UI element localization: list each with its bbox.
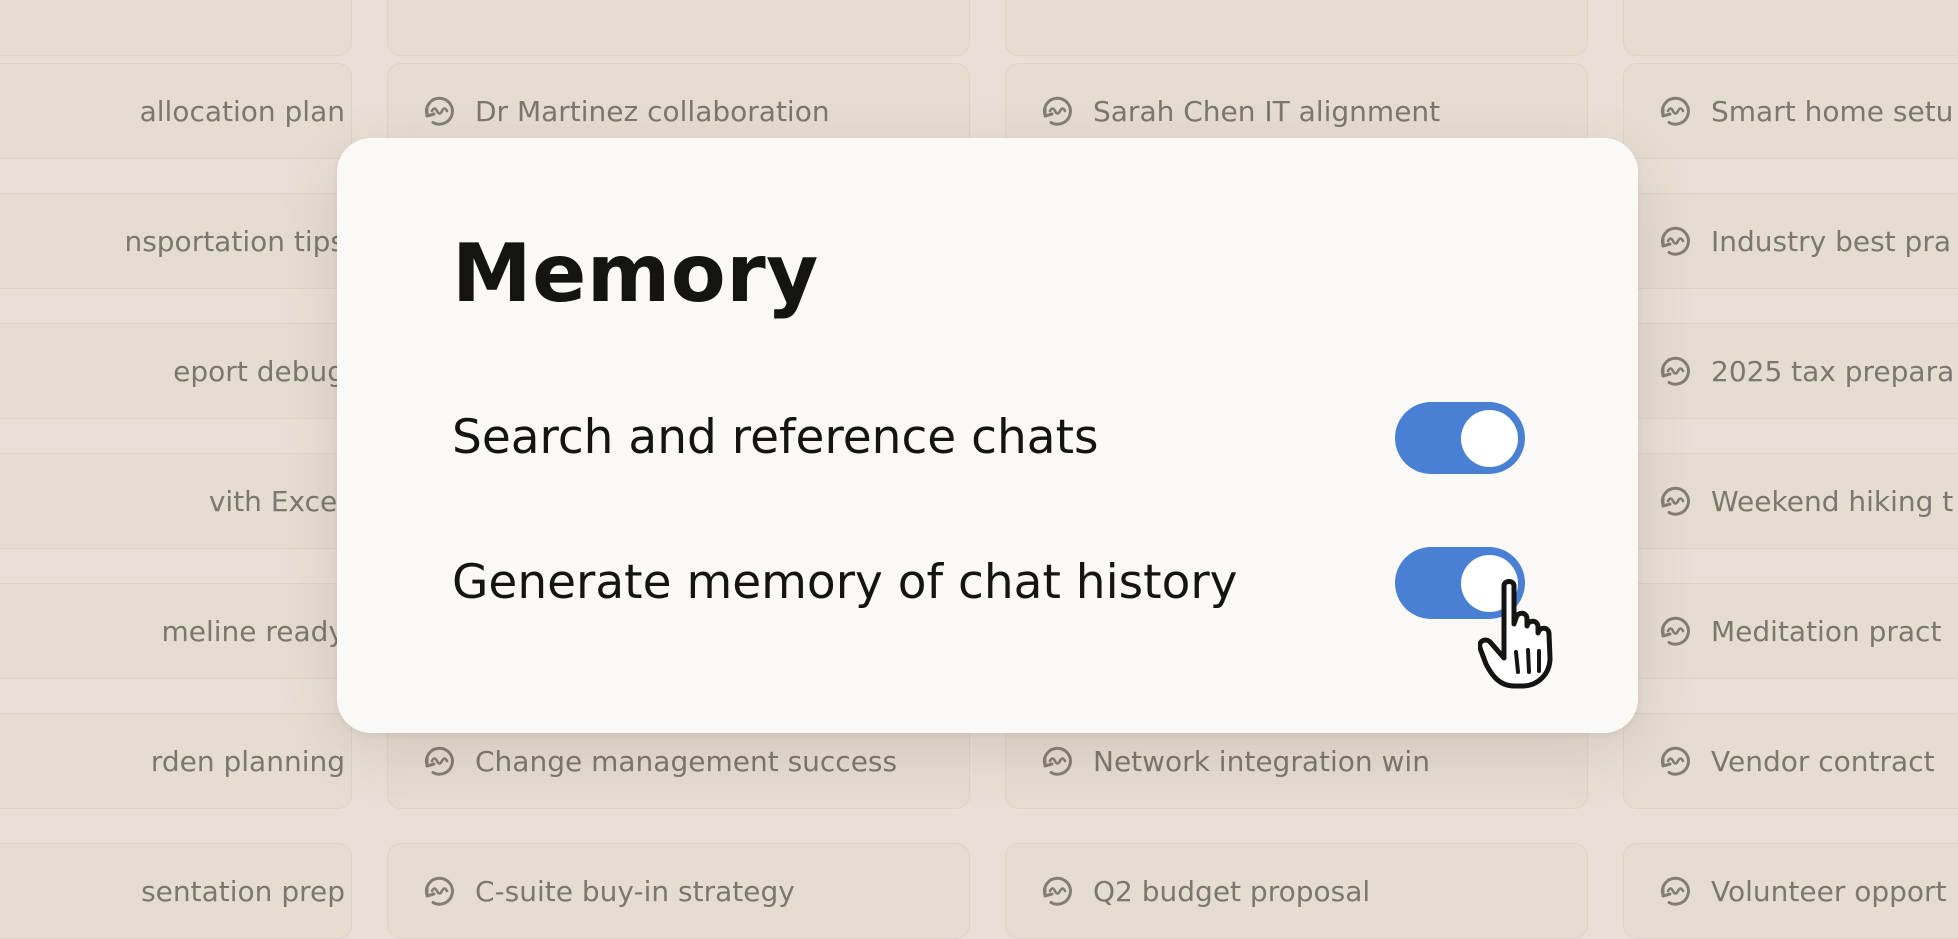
chat-history-title: sentation prep xyxy=(141,874,345,908)
chat-history-icon xyxy=(424,746,454,776)
chat-history-item[interactable]: Q2 budget proposal xyxy=(1005,843,1588,939)
chat-history-icon xyxy=(1660,356,1690,386)
chat-history-item[interactable]: rden planning xyxy=(0,713,352,809)
chat-history-icon xyxy=(1660,96,1690,126)
chat-history-title: C-suite buy-in strategy xyxy=(475,874,795,908)
chat-history-item[interactable]: Smart home setu xyxy=(1623,63,1958,159)
chat-history-title: Dr Martinez collaboration xyxy=(475,94,830,128)
generate-memory-label: Generate memory of chat history xyxy=(452,555,1238,610)
chat-history-item[interactable]: sentation prep xyxy=(0,843,352,939)
chat-history-icon xyxy=(1660,746,1690,776)
chat-history-icon xyxy=(1042,746,1072,776)
chat-history-item[interactable]: Industry best pra xyxy=(1623,193,1958,289)
chat-history-title: eport debug xyxy=(173,354,345,388)
chat-history-title: Sarah Chen IT alignment xyxy=(1093,94,1441,128)
search-reference-chats-toggle[interactable] xyxy=(1395,402,1525,474)
chat-history-icon xyxy=(1660,226,1690,256)
chat-history-icon xyxy=(1042,876,1072,906)
chat-history-title: meline ready xyxy=(161,614,345,648)
chat-history-icon xyxy=(424,96,454,126)
chat-history-title: rden planning xyxy=(150,744,345,778)
chat-history-item[interactable] xyxy=(0,0,352,56)
chat-history-title: Meditation pract xyxy=(1711,614,1942,648)
chat-history-item[interactable]: nsportation tips xyxy=(0,193,352,289)
chat-history-icon xyxy=(424,876,454,906)
chat-history-item[interactable] xyxy=(387,0,970,56)
dialog-title: Memory xyxy=(452,227,819,320)
chat-history-item[interactable]: vith Excel xyxy=(0,453,352,549)
chat-history-title: Change management success xyxy=(475,744,898,778)
memory-settings-dialog: Memory Search and reference chats Genera… xyxy=(337,138,1638,733)
chat-history-item[interactable]: allocation plan xyxy=(0,63,352,159)
chat-history-icon xyxy=(1660,876,1690,906)
toggle-knob xyxy=(1461,410,1518,467)
chat-history-item[interactable] xyxy=(1005,0,1588,56)
chat-history-title: vith Excel xyxy=(208,484,345,518)
chat-history-title: Industry best pra xyxy=(1711,224,1951,258)
chat-history-title: 2025 tax prepara xyxy=(1711,354,1955,388)
chat-history-title: Volunteer opport xyxy=(1711,874,1947,908)
chat-history-title: Weekend hiking t xyxy=(1711,484,1954,518)
chat-history-item[interactable]: Volunteer opport xyxy=(1623,843,1958,939)
hand-pointer-icon xyxy=(1478,579,1553,689)
chat-history-item[interactable]: Meditation pract xyxy=(1623,583,1958,679)
chat-history-item[interactable]: Vendor contract xyxy=(1623,713,1958,809)
chat-history-title: Network integration win xyxy=(1093,744,1430,778)
chat-history-title: Q2 budget proposal xyxy=(1093,874,1371,908)
chat-history-title: Smart home setu xyxy=(1711,94,1954,128)
chat-history-icon xyxy=(1660,486,1690,516)
chat-history-item[interactable]: 2025 tax prepara xyxy=(1623,323,1958,419)
search-reference-chats-label: Search and reference chats xyxy=(452,410,1099,465)
chat-history-item[interactable]: eport debug xyxy=(0,323,352,419)
chat-history-item[interactable]: Weekend hiking t xyxy=(1623,453,1958,549)
chat-history-item[interactable] xyxy=(1623,0,1958,56)
chat-history-icon xyxy=(1042,96,1072,126)
chat-history-item[interactable]: C-suite buy-in strategy xyxy=(387,843,970,939)
chat-history-title: Vendor contract xyxy=(1711,744,1935,778)
chat-history-title: nsportation tips xyxy=(124,224,345,258)
chat-history-icon xyxy=(1660,616,1690,646)
chat-history-title: allocation plan xyxy=(139,94,345,128)
chat-history-item[interactable]: meline ready xyxy=(0,583,352,679)
